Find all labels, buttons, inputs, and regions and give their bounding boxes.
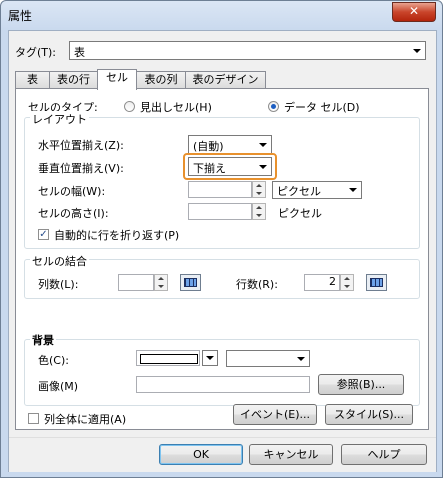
image-path-input[interactable] [136, 376, 310, 393]
dialog-title: 属性 [8, 9, 33, 23]
height-unit-label: ピクセル [278, 207, 322, 220]
header-cell-label: 見出しセル(H) [140, 101, 212, 114]
table-grid-icon[interactable] [366, 274, 387, 291]
tab-table-design[interactable]: 表のデザイン [185, 71, 266, 88]
chevron-down-icon [259, 165, 267, 169]
rows-spinner[interactable] [340, 274, 354, 291]
width-spinner[interactable] [252, 181, 266, 198]
apply-all-label: 列全体に適用(A) [44, 413, 127, 426]
tab-table-row[interactable]: 表の行 [49, 71, 98, 88]
wrap-label: 自動的に行を折り返す(P) [54, 229, 180, 242]
valign-select[interactable]: 下揃え [188, 157, 272, 176]
event-button[interactable]: イベント(E)... [233, 404, 317, 425]
color-swatch[interactable] [136, 350, 200, 366]
halign-select[interactable]: (自動) [188, 135, 272, 154]
cell-width-input[interactable] [188, 181, 252, 198]
background-legend: 背景 [30, 332, 56, 348]
header-cell-radio[interactable] [124, 101, 135, 112]
halign-value: (自動) [193, 140, 224, 153]
color-name-select[interactable] [226, 350, 310, 367]
data-cell-radio[interactable] [268, 101, 279, 112]
image-label: 画像(M) [38, 380, 79, 393]
tab-table[interactable]: 表 [15, 71, 50, 88]
chevron-down-icon [206, 356, 214, 360]
close-button[interactable]: ✕ [392, 2, 436, 22]
cols-spinner[interactable] [154, 274, 168, 291]
table-grid-icon[interactable] [180, 274, 201, 291]
tag-select[interactable]: 表 [69, 41, 426, 60]
tab-table-column[interactable]: 表の列 [136, 71, 186, 88]
dialog-body: タグ(T): 表 表 表の行 セル 表の列 表のデザイン セルのタイプ: 見出し… [8, 30, 437, 472]
color-dropdown-button[interactable] [202, 350, 218, 366]
apply-all-checkbox[interactable] [28, 413, 39, 424]
data-cell-label: データ セル(D) [284, 101, 360, 114]
background-group [24, 339, 420, 406]
title-bar: 属性 ✕ [1, 1, 442, 29]
ok-button[interactable]: OK [159, 444, 243, 465]
chevron-down-icon [259, 143, 267, 147]
cols-input[interactable] [118, 274, 154, 291]
color-label: 色(C): [38, 354, 69, 367]
cols-label: 列数(L): [38, 278, 79, 291]
rows-input[interactable]: 2 [304, 274, 340, 291]
height-label: セルの高さ(I): [38, 207, 109, 220]
dialog-footer: OK キャンセル ヘルプ [9, 437, 436, 472]
tag-label: タグ(T): [15, 46, 57, 59]
wrap-checkbox[interactable]: ✓ [38, 229, 49, 240]
merge-legend: セルの結合 [30, 253, 89, 269]
help-button[interactable]: ヘルプ [341, 444, 427, 465]
cell-tab-panel: セルのタイプ: 見出しセル(H) データ セル(D) レイアウト 水平位置揃え(… [15, 88, 429, 430]
rows-label: 行数(R): [236, 278, 278, 291]
properties-dialog: 属性 ✕ タグ(T): 表 表 表の行 セル 表の列 表のデザイン セルのタイプ… [0, 0, 443, 478]
valign-label: 垂直位置揃え(V): [38, 162, 124, 175]
layout-legend: レイアウト [30, 111, 89, 127]
browse-button[interactable]: 参照(B)... [318, 374, 404, 395]
width-unit-select[interactable]: ピクセル [272, 181, 362, 199]
chevron-down-icon [349, 188, 357, 192]
cell-height-input[interactable] [188, 203, 252, 220]
chevron-down-icon [413, 49, 421, 53]
cancel-button[interactable]: キャンセル [249, 444, 333, 465]
chevron-down-icon [297, 357, 305, 361]
style-button[interactable]: スタイル(S)... [325, 404, 413, 425]
width-unit-value: ピクセル [277, 185, 321, 198]
valign-value: 下揃え [193, 162, 226, 175]
tag-value: 表 [74, 46, 85, 59]
height-spinner[interactable] [252, 203, 266, 220]
width-label: セルの幅(W): [38, 185, 106, 198]
tab-cell[interactable]: セル [97, 69, 137, 90]
halign-label: 水平位置揃え(Z): [38, 139, 124, 152]
